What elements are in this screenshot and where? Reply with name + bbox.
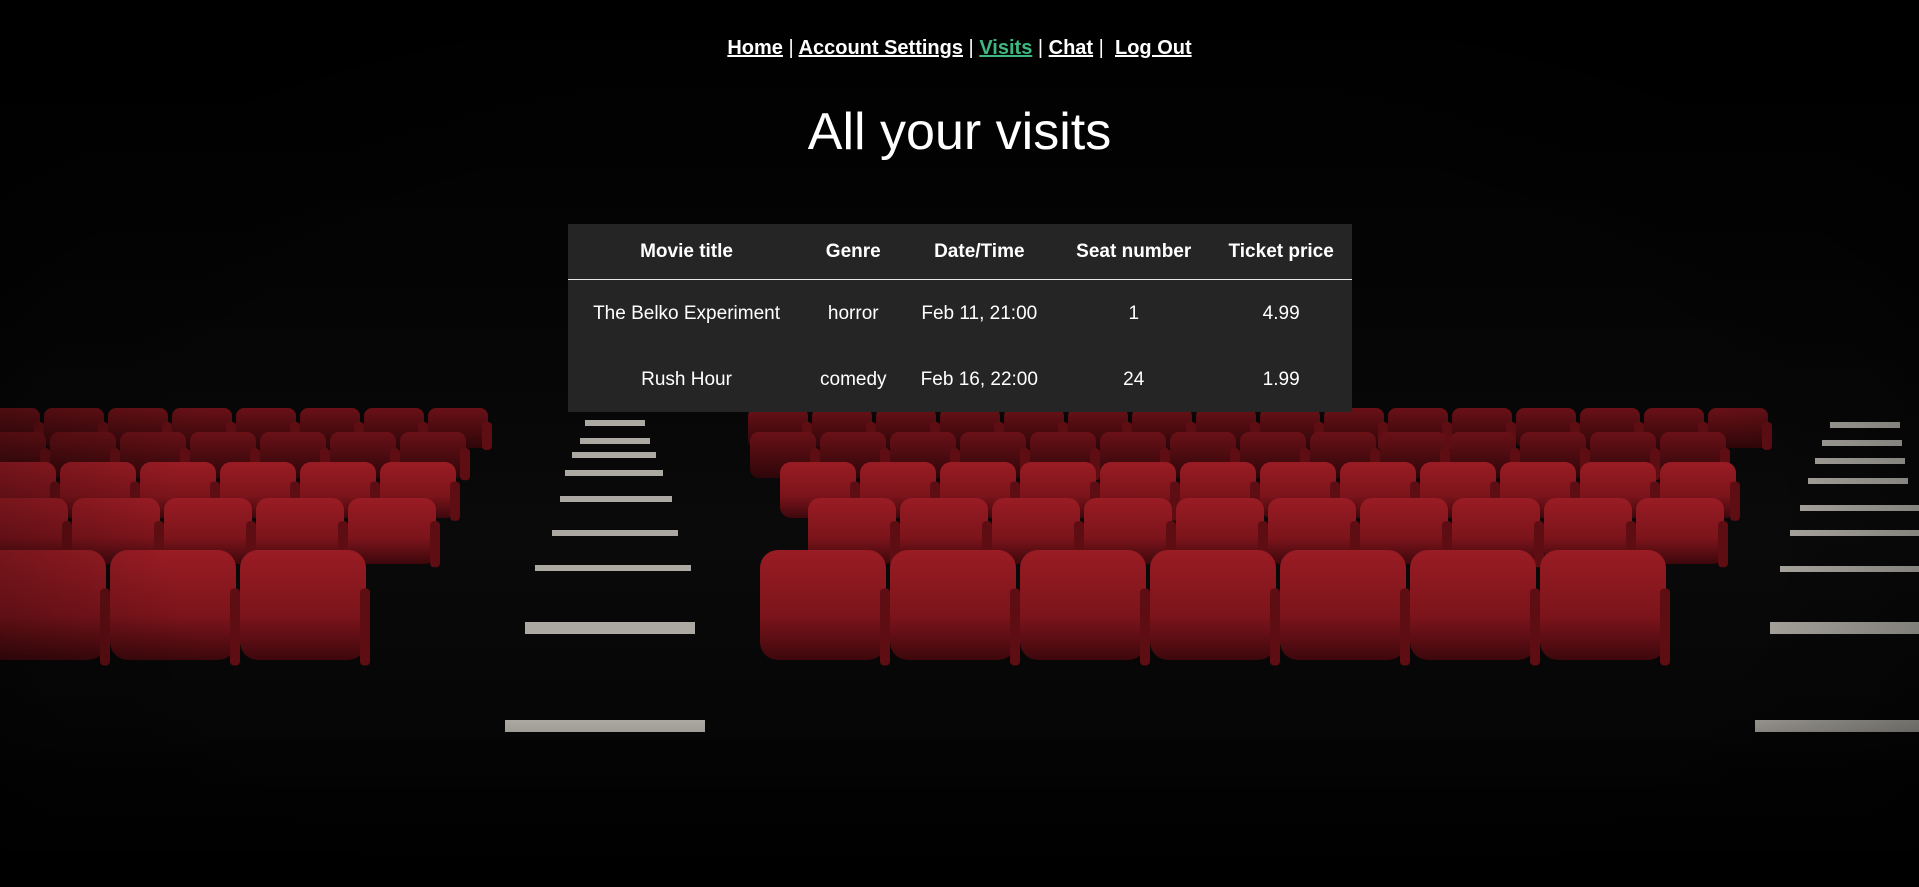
nav-separator: |: [788, 37, 794, 59]
top-navigation: Home | Account Settings | Visits | Chat …: [0, 36, 1919, 60]
column-header-ticket-price: Ticket price: [1210, 224, 1352, 280]
page-title: All your visits: [807, 103, 1112, 161]
cell-date-time: Feb 16, 22:00: [920, 369, 1038, 390]
cell-date-time: Feb 11, 21:00: [921, 303, 1038, 324]
cell-ticket-price: 4.99: [1262, 303, 1300, 324]
nav-link-log-out[interactable]: Log Out: [1115, 37, 1192, 59]
nav-link-chat[interactable]: Chat: [1049, 37, 1093, 59]
cell-seat-number: 1: [1128, 303, 1140, 324]
cell-movie-title: Rush Hour: [641, 369, 732, 390]
nav-separator: |: [1098, 37, 1104, 59]
table-header-row: Movie title Genre Date/Time Seat number …: [568, 224, 1352, 280]
table-row: The Belko Experiment horror Feb 11, 21:0…: [568, 280, 1352, 349]
cell-genre: horror: [827, 303, 879, 324]
cell-movie-title: The Belko Experiment: [593, 303, 780, 324]
column-header-movie-title: Movie title: [568, 224, 806, 280]
visits-table-container: Movie title Genre Date/Time Seat number …: [568, 224, 1352, 412]
nav-separator: |: [1037, 37, 1044, 59]
nav-separator: |: [968, 37, 974, 59]
cell-seat-number: 24: [1123, 369, 1145, 390]
column-header-genre: Genre: [805, 224, 902, 280]
nav-link-account-settings[interactable]: Account Settings: [799, 37, 963, 59]
cell-ticket-price: 1.99: [1262, 369, 1300, 390]
visits-table: Movie title Genre Date/Time Seat number …: [568, 224, 1352, 412]
nav-link-home[interactable]: Home: [727, 37, 783, 59]
table-row: Rush Hour comedy Feb 16, 22:00 24 1.99: [568, 348, 1352, 412]
page: Home | Account Settings | Visits | Chat …: [0, 0, 1919, 887]
cell-genre: comedy: [820, 369, 887, 390]
nav-link-visits[interactable]: Visits: [979, 37, 1032, 59]
column-header-date-time: Date/Time: [901, 224, 1058, 280]
column-header-seat-number: Seat number: [1057, 224, 1211, 280]
